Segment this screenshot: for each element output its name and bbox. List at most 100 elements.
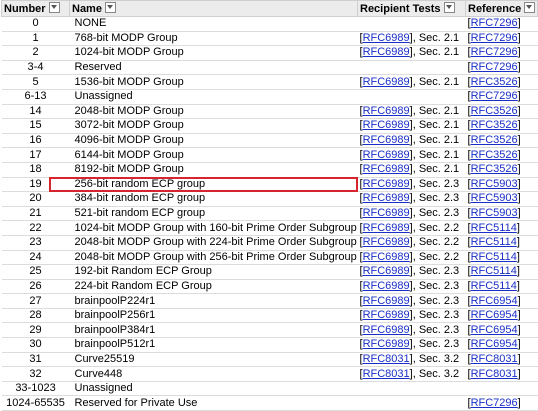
column-header-recipient-tests[interactable]: Recipient Tests [357, 0, 466, 17]
reference-link[interactable]: RFC5903 [471, 192, 518, 204]
sort-icon[interactable] [524, 2, 536, 14]
cell-recipient-tests: [RFC6989], Sec. 2.3 [357, 177, 466, 193]
column-header-reference[interactable]: Reference [465, 0, 538, 17]
cell-reference: [RFC5903] [465, 177, 538, 193]
reference-link[interactable]: RFC6954 [471, 295, 518, 307]
reference-link[interactable]: RFC7296 [471, 61, 518, 73]
recipient-test-section: , Sec. 2.1 [412, 134, 460, 147]
reference-link[interactable]: RFC5114 [471, 222, 517, 234]
recipient-test-link[interactable]: RFC6989 [363, 163, 410, 175]
cell-reference: [RFC5114] [465, 264, 538, 280]
recipient-test-link[interactable]: RFC6989 [363, 251, 410, 263]
reference-link[interactable]: RFC3526 [471, 149, 518, 161]
cell-reference: [RFC6954] [465, 337, 538, 353]
table-row: 30 brainpoolP512r1 [RFC6989], Sec. 2.3 [RFC… [1, 337, 538, 353]
recipient-test-link[interactable]: RFC6989 [363, 295, 410, 307]
reference-link[interactable]: RFC7296 [471, 46, 518, 58]
table-row: 33-1023 Unassigned [1, 381, 538, 397]
reference-link[interactable]: RFC6954 [471, 338, 518, 350]
reference-link[interactable]: RFC8031 [471, 368, 518, 380]
recipient-test-link[interactable]: RFC6989 [363, 309, 410, 321]
cell-name: 1024-bit MODP Group [69, 45, 358, 61]
recipient-test-link[interactable]: RFC6989 [363, 192, 410, 204]
dh-group-registry-table: Number Name Recipient Tests Reference 0N… [1, 0, 538, 411]
cell-name: 384-bit random ECP group [69, 191, 358, 207]
cell-name: 1024-bit MODP Group with 160-bit Prime O… [69, 220, 358, 236]
recipient-test-link[interactable]: RFC6989 [363, 236, 410, 248]
reference-link[interactable]: RFC7296 [471, 90, 518, 102]
recipient-test-section: , Sec. 2.3 [412, 265, 460, 278]
recipient-test-link[interactable]: RFC6989 [363, 338, 410, 350]
recipient-test-link[interactable]: RFC6989 [363, 46, 410, 58]
table-row: 14 2048-bit MODP Group [RFC6989], Sec. 2.1… [1, 104, 538, 120]
column-header-reference-label: Reference [468, 2, 522, 15]
cell-number: 24 [1, 250, 70, 266]
reference-link[interactable]: RFC3526 [471, 119, 518, 131]
table-row: 15 3072-bit MODP Group [RFC6989], Sec. 2.1… [1, 118, 538, 134]
reference-link[interactable]: RFC5903 [471, 207, 518, 219]
cell-reference: [RFC7296] [465, 89, 538, 105]
reference-link[interactable]: RFC8031 [471, 353, 518, 365]
cell-name: Reserved [69, 60, 358, 76]
reference-link[interactable]: RFC3526 [471, 134, 518, 146]
reference-link[interactable]: RFC6954 [471, 309, 518, 321]
cell-number: 6-13 [1, 89, 70, 105]
sort-icon[interactable] [104, 2, 116, 14]
reference-link[interactable]: RFC5114 [471, 280, 517, 292]
recipient-test-link[interactable]: RFC6989 [363, 76, 410, 88]
cell-name: 2048-bit MODP Group with 224-bit Prime O… [69, 235, 358, 251]
column-header-name[interactable]: Name [69, 0, 358, 17]
cell-name: Curve25519 [69, 352, 358, 368]
recipient-test-section: , Sec. 2.1 [412, 163, 460, 176]
cell-recipient-tests: [RFC6989], Sec. 2.3 [357, 337, 466, 353]
reference-link[interactable]: RFC5114 [471, 236, 517, 248]
cell-recipient-tests: [RFC6989], Sec. 2.1 [357, 104, 466, 120]
sort-icon[interactable] [48, 2, 60, 14]
recipient-test-link[interactable]: RFC8031 [363, 368, 410, 380]
recipient-test-link[interactable]: RFC6989 [363, 178, 410, 190]
table-row: 1 768-bit MODP Group [RFC6989], Sec. 2.1 [R… [1, 31, 538, 47]
reference-link[interactable]: RFC7296 [471, 17, 518, 29]
cell-reference: [RFC6954] [465, 322, 538, 339]
table-row: 5 1536-bit MODP Group [RFC6989], Sec. 2.1[… [1, 74, 538, 90]
cell-recipient-tests: [RFC6989], Sec. 2.2 [357, 220, 466, 236]
table-row: 0 NONE [RFC7296] [1, 16, 538, 32]
cell-reference: [RFC7296] [465, 31, 538, 47]
recipient-test-link[interactable]: RFC6989 [363, 134, 410, 146]
recipient-test-section: , Sec. 2.1 [412, 104, 460, 117]
recipient-test-link[interactable]: RFC6989 [363, 32, 410, 44]
recipient-test-link[interactable]: RFC6989 [363, 149, 410, 161]
reference-link[interactable]: RFC3526 [471, 105, 518, 117]
table-row: 21 521-bit random ECP group [RFC6989], Sec… [1, 206, 538, 222]
cell-recipient-tests: [RFC8031], Sec. 3.2 [357, 352, 466, 368]
recipient-test-link[interactable]: RFC6989 [363, 222, 410, 234]
recipient-test-section: , Sec. 2.1 [412, 119, 460, 132]
cell-name: 224-bit Random ECP Group [69, 279, 358, 295]
reference-link[interactable]: RFC5114 [471, 251, 517, 263]
recipient-test-link[interactable]: RFC6989 [363, 119, 410, 131]
column-header-number[interactable]: Number [1, 0, 70, 17]
recipient-test-link[interactable]: RFC6989 [363, 207, 410, 219]
recipient-test-link[interactable]: RFC6989 [363, 105, 410, 117]
reference-link[interactable]: RFC3526 [471, 76, 518, 88]
cell-reference: [RFC7296] [465, 45, 538, 61]
reference-link[interactable]: RFC7296 [471, 32, 518, 44]
recipient-test-link[interactable]: RFC6989 [363, 265, 410, 277]
table-row: 17 6144-bit MODP Group [RFC6989], Sec. 2.1… [1, 147, 538, 163]
reference-link[interactable]: RFC3526 [471, 163, 518, 175]
recipient-test-link[interactable]: RFC8031 [363, 353, 410, 365]
cell-name: 521-bit random ECP group [69, 206, 358, 222]
cell-name: 6144-bit MODP Group [69, 147, 358, 163]
recipient-test-link[interactable]: RFC6989 [363, 324, 410, 336]
sort-icon[interactable] [443, 2, 455, 14]
column-header-recipient-tests-label: Recipient Tests [360, 2, 441, 15]
reference-link[interactable]: RFC7296 [471, 397, 518, 409]
cell-name: Unassigned [69, 381, 358, 397]
cell-reference: [RFC3526] [465, 74, 538, 90]
recipient-test-link[interactable]: RFC6989 [363, 280, 410, 292]
cell-recipient-tests: [RFC6989], Sec. 2.1 [357, 45, 466, 61]
cell-number: 28 [1, 308, 70, 324]
reference-link[interactable]: RFC5903 [471, 178, 518, 190]
reference-link[interactable]: RFC6954 [471, 324, 518, 336]
reference-link[interactable]: RFC5114 [471, 265, 517, 277]
